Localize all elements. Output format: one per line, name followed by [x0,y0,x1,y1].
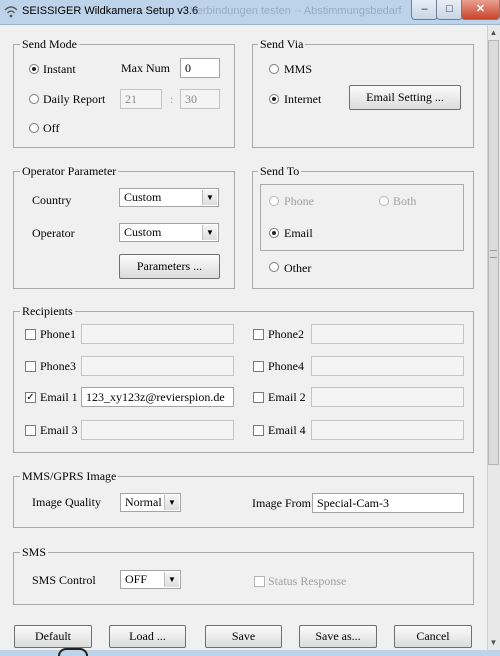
max-num-input[interactable]: 0 [180,58,220,78]
maximize-icon: □ [446,3,453,15]
image-from-input[interactable]: Special-Cam-3 [312,493,464,513]
phone4-label[interactable]: Phone4 [268,359,304,374]
phone1-label[interactable]: Phone1 [40,327,76,342]
chevron-down-icon[interactable]: ▼ [164,572,179,587]
sms-control-select[interactable]: OFF ▼ [120,570,181,589]
phone3-label[interactable]: Phone3 [40,359,76,374]
phone2-checkbox[interactable] [253,329,264,340]
daily-hour-input[interactable]: 21 [120,89,162,109]
internet-radio[interactable] [269,94,279,104]
other-radio[interactable] [269,262,279,272]
image-quality-select[interactable]: Normal ▼ [120,493,181,512]
email1-label[interactable]: Email 1 [40,390,78,405]
send-to-legend: Send To [258,164,302,179]
operator-parameter-legend: Operator Parameter [20,164,119,179]
maximize-button[interactable]: □ [436,0,463,20]
background-window-text: Verbindungen testen ·· Abstimmungsbedarf [190,5,402,17]
default-button[interactable]: Default [14,625,92,648]
mms-label[interactable]: MMS [284,62,312,77]
daily-minute-input[interactable]: 30 [180,89,220,109]
phone2-input[interactable] [311,324,464,344]
phone4-checkbox[interactable] [253,361,264,372]
sms-legend: SMS [20,545,49,560]
daily-report-label[interactable]: Daily Report [43,92,105,107]
image-legend: MMS/GPRS Image [20,469,119,484]
chevron-down-icon[interactable]: ▼ [164,495,179,510]
both-radio[interactable] [379,196,389,206]
status-response-checkbox[interactable] [254,576,265,587]
off-label[interactable]: Off [43,121,59,136]
image-quality-value: Normal [125,495,162,509]
email1-input[interactable]: 123_xy123z@revierspion.de [81,387,234,407]
email4-input[interactable] [311,420,464,440]
email-radio[interactable] [269,228,279,238]
email4-checkbox[interactable] [253,425,264,436]
image-quality-label: Image Quality [32,495,101,509]
country-value: Custom [124,190,162,204]
recipients-legend: Recipients [20,304,75,319]
phone3-checkbox[interactable] [25,361,36,372]
save-as-button[interactable]: Save as... [299,625,377,648]
grip-icon [490,250,497,258]
chevron-down-icon[interactable]: ▼ [202,225,217,240]
instant-label[interactable]: Instant [43,62,76,77]
checkmark-icon: ✓ [26,392,35,403]
phone3-input[interactable] [81,356,234,376]
cancel-button[interactable]: Cancel [394,625,472,648]
email1-checkbox[interactable]: ✓ [25,392,36,403]
country-select[interactable]: Custom ▼ [119,188,219,207]
send-mode-legend: Send Mode [20,37,79,52]
status-response-label[interactable]: Status Response [268,574,346,589]
close-icon: ✕ [475,3,486,15]
send-via-legend: Send Via [258,37,306,52]
operator-value: Custom [124,225,162,239]
email-setting-button[interactable]: Email Setting ... [349,85,461,110]
phone1-checkbox[interactable] [25,329,36,340]
sms-control-value: OFF [125,572,148,586]
email3-label[interactable]: Email 3 [40,423,78,438]
sms-control-label: SMS Control [32,573,96,587]
off-radio[interactable] [29,123,39,133]
time-separator: : [170,92,174,106]
both-label[interactable]: Both [393,194,416,209]
max-num-label: Max Num [121,61,170,75]
operator-select[interactable]: Custom ▼ [119,223,219,242]
load-button[interactable]: Load ... [109,625,186,648]
country-label: Country [32,193,72,207]
instant-radio[interactable] [29,64,39,74]
chevron-down-icon[interactable]: ▼ [202,190,217,205]
phone1-input[interactable] [81,324,234,344]
internet-label[interactable]: Internet [284,92,321,107]
phone-radio[interactable] [269,196,279,206]
minimize-button[interactable]: – [411,0,438,20]
email-label[interactable]: Email [284,226,313,241]
operator-label: Operator [32,226,75,240]
email4-label[interactable]: Email 4 [268,423,306,438]
close-button[interactable]: ✕ [461,0,500,20]
daily-report-radio[interactable] [29,94,39,104]
email2-input[interactable] [311,387,464,407]
email2-checkbox[interactable] [253,392,264,403]
minimize-icon: – [421,3,428,15]
window-title: SEISSIGER Wildkamera Setup v3.6 [22,5,199,17]
other-label[interactable]: Other [284,261,311,276]
phone-label[interactable]: Phone [284,194,314,209]
email2-label[interactable]: Email 2 [268,390,306,405]
email3-checkbox[interactable] [25,425,36,436]
wifi-signal-icon [4,6,18,18]
email3-input[interactable] [81,420,234,440]
image-from-label: Image From [252,496,311,510]
mms-radio[interactable] [269,64,279,74]
scroll-down-icon[interactable]: ▼ [488,637,499,649]
scroll-up-icon[interactable]: ▲ [488,27,499,39]
taskbar-app-icon[interactable] [58,648,88,656]
phone4-input[interactable] [311,356,464,376]
save-button[interactable]: Save [205,625,282,648]
phone2-label[interactable]: Phone2 [268,327,304,342]
parameters-button[interactable]: Parameters ... [119,254,220,279]
